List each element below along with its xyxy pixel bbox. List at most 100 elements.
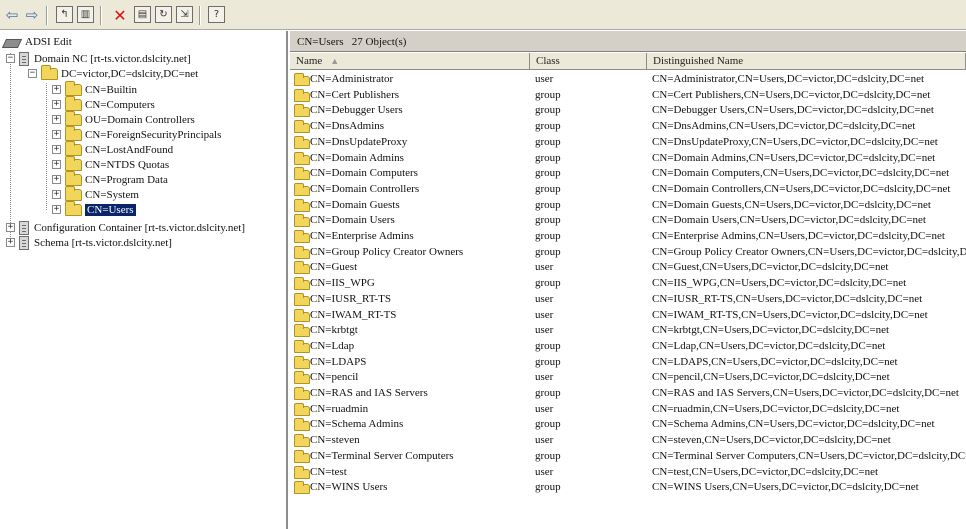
folder-icon [294,387,310,400]
tree-node-adsi-edit[interactable]: ADSI Edit [4,34,72,49]
tree-node-configuration[interactable]: + Configuration Container [rt-ts.victor.… [6,220,245,235]
table-row[interactable]: CN=Terminal Server Computers group CN=Term… [290,448,966,464]
table-row[interactable]: CN=Ldap group CN=Ldap,CN=Users,DC=victor,D… [290,338,966,354]
tree-node-domain-nc[interactable]: − Domain NC [rt-ts.victor.dslcity.net] [6,51,191,66]
table-row[interactable]: CN=Schema Admins group CN=Schema Admins,CN… [290,416,966,432]
distinguished-name: CN=Domain Admins,CN=Users,DC=victor,DC=d… [652,151,936,164]
table-row[interactable]: CN=RAS and IAS Servers group CN=RAS and IA… [290,385,966,401]
distinguished-name: CN=Debugger Users,CN=Users,DC=victor,DC=… [652,104,934,117]
forward-arrow-icon[interactable]: ⇨ [24,6,40,25]
table-row[interactable]: CN=steven user CN=steven,CN=Users,DC=victo… [290,432,966,448]
refresh-icon[interactable]: ↻ [155,6,172,23]
column-header-class[interactable]: Class [530,53,647,70]
expand-icon[interactable]: + [52,130,61,139]
folder-icon [294,371,310,385]
table-row[interactable]: CN=Domain Guests group CN=Domain Guests,CN… [290,197,966,213]
table-row[interactable]: CN=LDAPS group CN=LDAPS,CN=Users,DC=victor… [290,354,966,370]
table-row[interactable]: CN=Group Policy Creator Owners group CN=Gr… [290,244,966,260]
object-name: CN=DnsUpdateProxy [310,135,408,148]
table-row[interactable]: CN=test user CN=test,CN=Users,DC=victor,DC… [290,464,966,480]
object-name: CN=Domain Users [310,214,395,227]
table-row[interactable]: CN=pencil user CN=pencil,CN=Users,DC=victo… [290,369,966,385]
object-class: group [535,182,561,195]
table-row[interactable]: CN=Cert Publishers group CN=Cert Publisher… [290,87,966,103]
expand-icon[interactable]: + [52,190,61,199]
tree-node-schema[interactable]: + Schema [rt-ts.victor.dslcity.net] [6,235,172,250]
distinguished-name: CN=Cert Publishers,CN=Users,DC=victor,DC… [652,88,931,101]
tree-node-label: CN=System [85,188,139,201]
up-folder-icon[interactable]: ↰ [56,6,73,23]
tree-node-lost-and-found[interactable]: + CN=LostAndFound [52,140,174,157]
distinguished-name: CN=LDAPS,CN=Users,DC=victor,DC=dslcity,D… [652,355,898,368]
table-row[interactable]: CN=IUSR_RT-TS user CN=IUSR_RT-TS,CN=Users,… [290,291,966,307]
help-icon[interactable]: ? [208,6,225,23]
table-row[interactable]: CN=Domain Computers group CN=Domain Comput… [290,165,966,181]
table-row[interactable]: CN=Debugger Users group CN=Debugger Users,… [290,102,966,118]
tree-node-users[interactable]: + CN=Users [52,200,136,217]
table-row[interactable]: CN=IIS_WPG group CN=IIS_WPG,CN=Users,DC=vi… [290,275,966,291]
expand-icon[interactable]: + [52,160,61,169]
object-name: CN=Domain Guests [310,198,400,211]
table-row[interactable]: CN=IWAM_RT-TS user CN=IWAM_RT-TS,CN=Users,… [290,307,966,323]
table-row[interactable]: CN=krbtgt user CN=krbtgt,CN=Users,DC=victo… [290,322,966,338]
folder-icon [294,198,310,212]
export-list-icon[interactable]: ⇲ [176,6,193,23]
properties-icon[interactable]: ▤ [134,6,151,23]
column-header-name[interactable]: Name ▲ [290,53,530,70]
tree-node-label: CN=Builtin [85,83,138,96]
table-row[interactable]: CN=DnsAdmins group CN=DnsAdmins,CN=Users,D… [290,118,966,134]
table-row[interactable]: CN=ruadmin user CN=ruadmin,CN=Users,DC=vic… [290,401,966,417]
folder-icon [294,308,310,322]
tree-node-system[interactable]: + CN=System [52,185,139,202]
tree-node-label: CN=LostAndFound [85,143,174,156]
column-header-distinguished-name[interactable]: Distinguished Name [647,53,966,70]
table-row[interactable]: CN=Domain Users group CN=Domain Users,CN=U… [290,212,966,228]
object-name: CN=Guest [310,261,358,274]
tree-node-dc[interactable]: − DC=victor,DC=dslcity,DC=net [28,64,199,81]
toolbar-separator [46,6,48,25]
expand-icon[interactable]: + [6,238,15,247]
folder-icon [294,277,310,291]
back-arrow-icon[interactable]: ⇦ [4,6,20,25]
expand-icon[interactable]: + [52,145,61,154]
table-row[interactable]: CN=WINS Users group CN=WINS Users,CN=Users… [290,479,966,495]
expand-icon[interactable]: + [52,175,61,184]
expand-icon[interactable]: + [52,85,61,94]
tree-node-program-data[interactable]: + CN=Program Data [52,170,168,187]
folder-icon [294,214,310,228]
tree-node-label: Domain NC [rt-ts.victor.dslcity.net] [34,52,191,65]
table-row[interactable]: CN=Domain Controllers group CN=Domain Cont… [290,181,966,197]
server-icon [19,235,29,250]
object-name: CN=Schema Admins [310,418,404,431]
tree-node-builtin[interactable]: + CN=Builtin [52,80,138,97]
object-class: user [535,371,554,384]
table-row[interactable]: CN=DnsUpdateProxy group CN=DnsUpdateProxy,… [290,134,966,150]
object-class: group [535,339,561,352]
tree-node-label: ADSI Edit [25,35,72,48]
table-row[interactable]: CN=Administrator user CN=Administrator,CN=… [290,71,966,87]
tree-node-label: CN=Program Data [85,173,168,186]
object-class: user [535,261,554,274]
tree-node-domain-controllers[interactable]: + OU=Domain Controllers [52,110,195,127]
delete-icon[interactable]: ✕ [112,6,128,25]
object-class: group [535,198,561,211]
expand-icon[interactable]: + [52,205,61,214]
tree-node-computers[interactable]: + CN=Computers [52,95,155,112]
table-row[interactable]: CN=Domain Admins group CN=Domain Admins,CN… [290,150,966,166]
object-name: CN=ruadmin [310,402,369,415]
collapse-icon[interactable]: − [6,54,15,63]
table-row[interactable]: CN=Guest user CN=Guest,CN=Users,DC=victor,… [290,259,966,275]
expand-icon[interactable]: + [6,223,15,232]
tree-node-foreign-security-principals[interactable]: + CN=ForeignSecurityPrincipals [52,125,221,142]
collapse-icon[interactable]: − [28,69,37,78]
tree-node-ntds-quotas[interactable]: + CN=NTDS Quotas [52,155,169,172]
table-row[interactable]: CN=Enterprise Admins group CN=Enterprise A… [290,228,966,244]
object-class: user [535,434,554,447]
expand-icon[interactable]: + [52,100,61,109]
adsi-edit-icon [4,36,20,48]
expand-icon[interactable]: + [52,115,61,124]
folder-icon [294,481,310,495]
tree-node-label: CN=Computers [85,98,155,111]
show-hide-tree-icon[interactable]: ▥ [77,6,94,23]
tree-node-label: DC=victor,DC=dslcity,DC=net [61,67,199,80]
